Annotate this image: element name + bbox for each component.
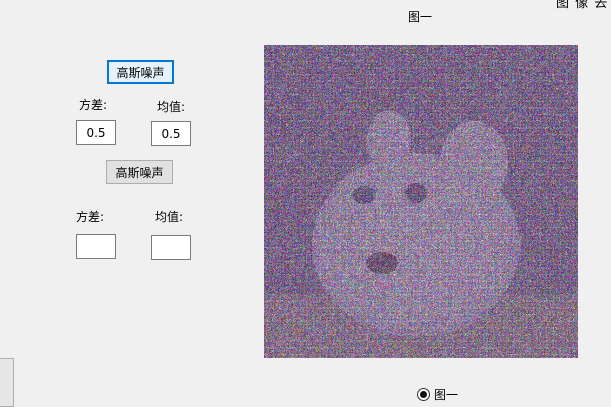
window-title-fragment-right: 图 像 去 bbox=[556, 0, 609, 11]
variance-input-2[interactable] bbox=[76, 234, 116, 259]
noisy-image-picturebox bbox=[264, 45, 578, 358]
mean-input-2[interactable] bbox=[151, 235, 191, 260]
variance-label-2: 方差: bbox=[76, 210, 105, 224]
variance-input-1[interactable] bbox=[76, 120, 116, 145]
radio-selected-icon[interactable] bbox=[417, 388, 430, 401]
gaussian-noise-button-1[interactable]: 高斯噪声 bbox=[107, 60, 174, 84]
window-title-fragment: · · bbox=[14, 0, 32, 7]
gaussian-noise-button-2[interactable]: 高斯噪声 bbox=[106, 160, 173, 184]
figure-radio-label: 图一 bbox=[434, 388, 459, 402]
noisy-image bbox=[264, 45, 578, 358]
figure-caption: 图一 bbox=[408, 10, 433, 24]
mean-label-2: 均值: bbox=[155, 210, 184, 224]
mean-input-1[interactable] bbox=[151, 121, 191, 146]
figure-radio-option[interactable]: 图一 bbox=[417, 386, 458, 403]
variance-label-1: 方差: bbox=[79, 98, 108, 112]
splitter-handle[interactable] bbox=[0, 358, 14, 407]
mean-label-1: 均值: bbox=[157, 100, 186, 114]
